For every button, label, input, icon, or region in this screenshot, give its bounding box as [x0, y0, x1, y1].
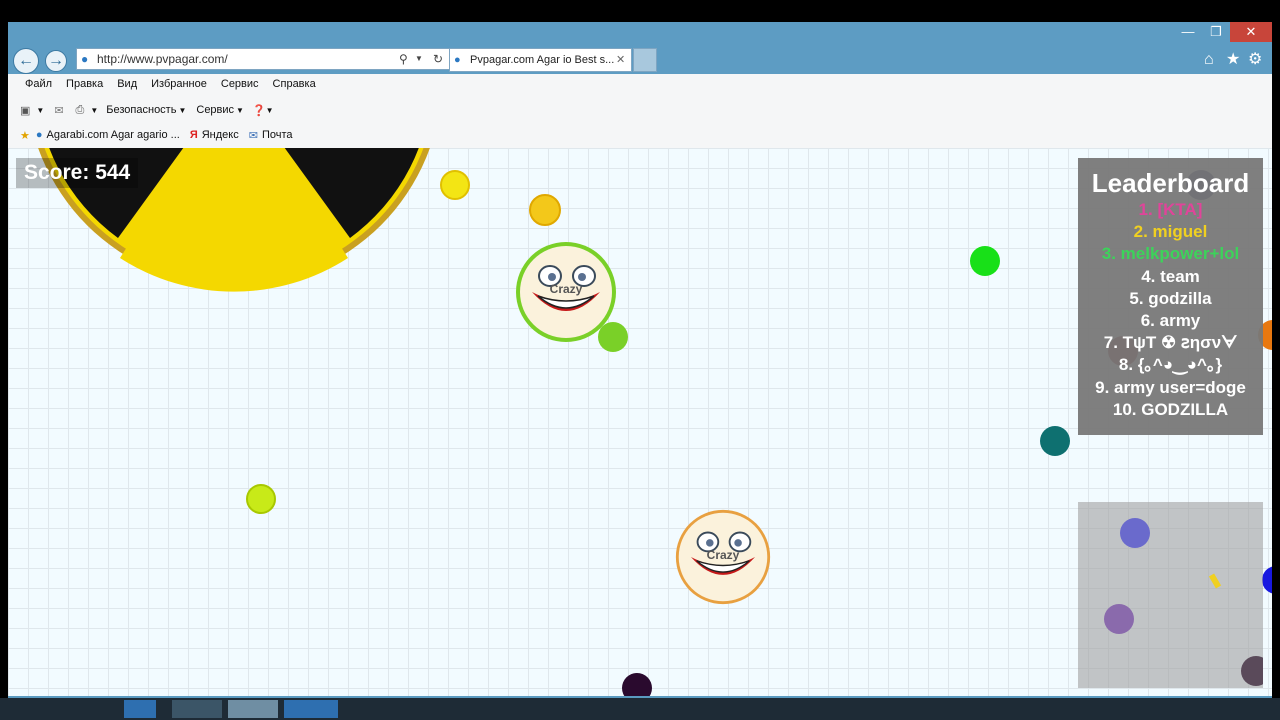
leaderboard-list: 1. [KTA] 2. miguel 3. melkpower+lol 4. team…: [1078, 199, 1263, 421]
favorites-bar: ★ ● Agarabi.com Agar agario ... Я Яндекс…: [20, 126, 293, 144]
menu-favorites[interactable]: Избранное: [151, 78, 207, 90]
favorite-mail[interactable]: Почта: [262, 129, 293, 141]
food-pellet: [440, 170, 470, 200]
refresh-icon[interactable]: ↻: [433, 49, 443, 69]
close-icon[interactable]: ✕: [616, 49, 625, 71]
restore-button[interactable]: ❐: [1202, 22, 1230, 42]
minimap-player-marker: [1208, 573, 1222, 589]
tab-pvpagar[interactable]: ● Pvpagar.com Agar io Best s... ✕: [449, 48, 632, 72]
taskbar-button[interactable]: [124, 700, 156, 718]
menu-tools[interactable]: Сервис: [221, 78, 259, 90]
leaderboard-entry: 8. {｡^◕‿◕^｡}: [1118, 355, 1223, 375]
search-icon[interactable]: ⚲: [399, 49, 408, 69]
cell-name: Crazy: [549, 282, 583, 296]
food-pellet: [246, 484, 276, 514]
command-bar: ▣ ▼ ✉ ⎙ ▼ Безопасность ▼ Сервис ▼ ❓ ▼: [20, 100, 274, 120]
dropdown-icon[interactable]: ▼: [36, 106, 44, 115]
food-pellet: [1040, 426, 1070, 456]
game-canvas[interactable]: Score: 544 Crazy Crazy Leaderboard 1. [K…: [8, 148, 1272, 696]
minimize-button[interactable]: —: [1174, 22, 1202, 42]
favorite-agarabi[interactable]: Agarabi.com Agar agario ...: [47, 129, 180, 141]
address-bar[interactable]: ● http://www.pvpagar.com/ ⚲ ▼ ↻: [76, 48, 450, 70]
dropdown-icon[interactable]: ▼: [415, 49, 423, 69]
star-icon[interactable]: ★: [1226, 50, 1240, 70]
restore-icon: ❐: [1210, 24, 1222, 39]
leaderboard-entry: 4. team: [1141, 266, 1200, 286]
dropdown-icon[interactable]: ▼: [90, 106, 98, 115]
score-display: Score: 544: [16, 158, 139, 188]
leaderboard-entry: 10. GODZILLA: [1112, 399, 1229, 419]
menu-file[interactable]: Файл: [25, 78, 52, 90]
menu-edit[interactable]: Правка: [66, 78, 103, 90]
leaderboard-entry: 1. [KTA]: [1138, 200, 1203, 219]
cell-name: Crazy: [706, 548, 740, 562]
minimap: [1078, 502, 1263, 688]
minimize-icon: —: [1181, 24, 1195, 39]
taskbar-button[interactable]: [228, 700, 278, 718]
print-icon[interactable]: ⎙: [76, 104, 85, 117]
ie-page-icon: ●: [454, 54, 461, 66]
address-url: http://www.pvpagar.com/: [97, 52, 228, 66]
dropdown-icon[interactable]: ▼: [236, 106, 244, 115]
leaderboard-entry: 2. miguel: [1133, 222, 1208, 242]
title-bar: ← → ● http://www.pvpagar.com/ ⚲ ▼ ↻ ● Pv…: [8, 22, 1272, 74]
close-window-button[interactable]: ✕: [1230, 22, 1272, 42]
ie-page-icon: ●: [81, 52, 89, 66]
taskbar: [0, 698, 1280, 720]
food-pellet: [622, 673, 652, 696]
help-icon[interactable]: ❓: [252, 104, 266, 117]
leaderboard-title: Leaderboard: [1091, 168, 1250, 198]
toolbar-area: Файл Правка Вид Избранное Сервис Справка…: [8, 74, 1272, 149]
tools-menu[interactable]: Сервис: [196, 104, 234, 116]
mail-icon: ✉: [248, 129, 258, 142]
taskbar-button[interactable]: [172, 700, 222, 718]
yandex-icon: Я: [189, 129, 198, 141]
favorites-star-icon[interactable]: ★: [20, 129, 30, 142]
arrow-right-icon: →: [48, 52, 64, 69]
dropdown-icon[interactable]: ▼: [178, 106, 186, 115]
menu-view[interactable]: Вид: [117, 78, 137, 90]
leaderboard-entry: 7. TψT ☢ ꙅησνᗄ: [1103, 333, 1238, 353]
arrow-left-icon: ←: [18, 52, 34, 69]
mail-icon[interactable]: ✉: [54, 104, 63, 117]
player-cell-crazy: Crazy: [674, 508, 772, 606]
new-tab-button[interactable]: [633, 48, 657, 72]
ie-page-icon: ●: [35, 129, 43, 141]
back-button[interactable]: ←: [13, 48, 39, 74]
close-icon: ✕: [1245, 24, 1257, 39]
minimap-cell: [1120, 518, 1150, 548]
menu-help[interactable]: Справка: [273, 78, 316, 90]
food-pellet: [529, 194, 561, 226]
leaderboard: Leaderboard 1. [KTA] 2. miguel 3. melkpowe…: [1078, 158, 1263, 435]
leaderboard-entry: 9. army user=doge: [1095, 377, 1246, 397]
food-pellet: [1262, 566, 1272, 594]
leaderboard-entry: 6. army: [1140, 311, 1201, 331]
rss-icon[interactable]: ▣: [20, 104, 30, 117]
dropdown-icon[interactable]: ▼: [266, 106, 274, 115]
minimap-cell: [1241, 656, 1263, 686]
taskbar-button[interactable]: [284, 700, 338, 718]
home-icon[interactable]: ⌂: [1204, 50, 1214, 70]
forward-button[interactable]: →: [45, 50, 67, 72]
menu-bar: Файл Правка Вид Избранное Сервис Справка: [25, 78, 330, 90]
favorite-yandex[interactable]: Яндекс: [202, 129, 239, 141]
food-pellet: [598, 322, 628, 352]
safety-menu[interactable]: Безопасность: [106, 104, 176, 116]
leaderboard-entry: 3. melkpower+lol: [1101, 244, 1240, 264]
minimap-cell: [1104, 604, 1134, 634]
food-pellet: [970, 246, 1000, 276]
tab-title: Pvpagar.com Agar io Best s...: [470, 54, 615, 66]
leaderboard-entry: 5. godzilla: [1129, 288, 1212, 308]
gear-icon[interactable]: ⚙: [1248, 50, 1262, 70]
